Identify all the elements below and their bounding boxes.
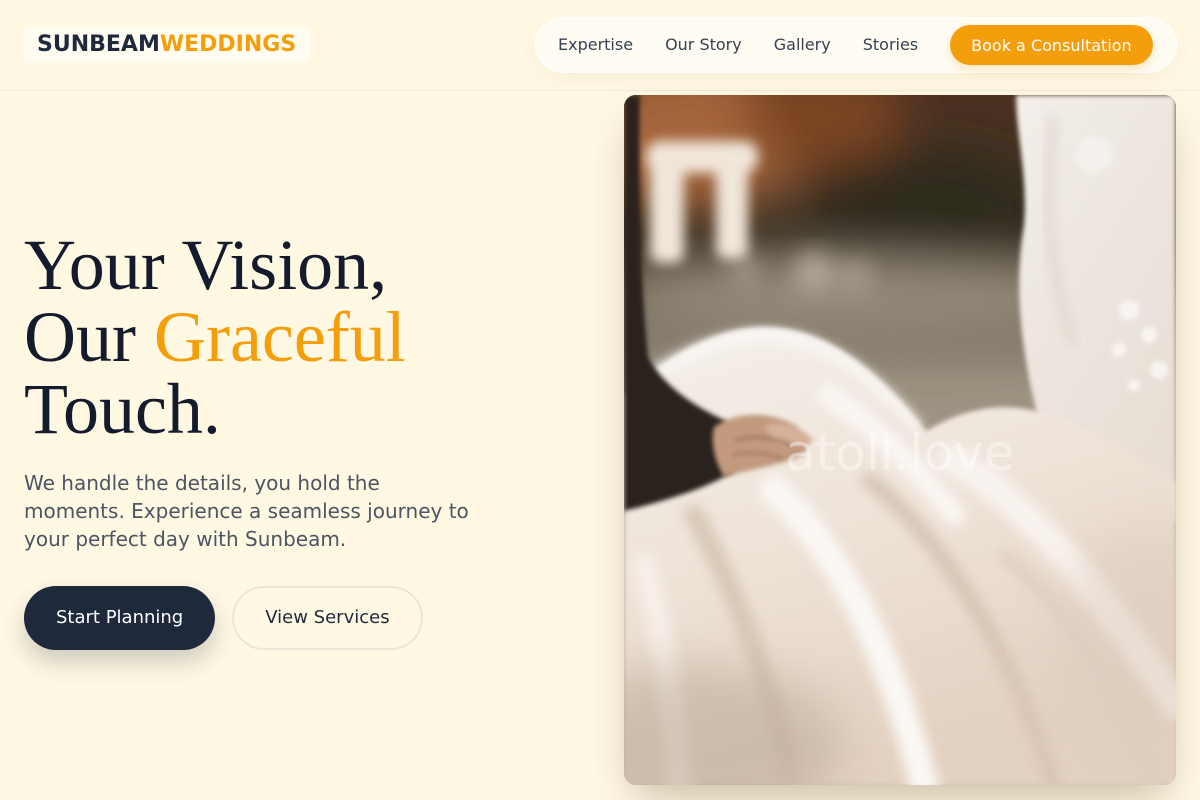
hero-heading-line-1: Your Vision, <box>24 225 388 305</box>
hero-heading-line-3: Touch. <box>24 369 221 449</box>
hero-heading-line-2-prefix: Our <box>24 297 136 377</box>
hero-actions: Start Planning View Services <box>24 586 584 650</box>
hero-heading-line-2: Our Graceful <box>24 301 584 373</box>
hero-text: Your Vision, Our Graceful Touch. We hand… <box>24 229 584 650</box>
hero-heading: Your Vision, Our Graceful Touch. <box>24 229 584 445</box>
site-header: SUNBEAM WEDDINGS Expertise Our Story Gal… <box>0 0 1200 91</box>
brand-name-highlight: WEDDINGS <box>159 32 297 57</box>
view-services-button[interactable]: View Services <box>232 586 423 650</box>
nav-link-stories[interactable]: Stories <box>863 35 918 55</box>
nav-link-gallery[interactable]: Gallery <box>774 35 831 55</box>
hero-description: We handle the details, you hold the mome… <box>24 471 469 551</box>
start-planning-button[interactable]: Start Planning <box>24 586 216 650</box>
hero-heading-highlight: Graceful <box>153 297 406 377</box>
photo-watermark: atoll.love <box>785 424 1014 482</box>
brand-logo[interactable]: SUNBEAM WEDDINGS <box>24 27 310 62</box>
nav-link-our-story[interactable]: Our Story <box>665 35 742 55</box>
brand-name: SUNBEAM <box>37 32 160 57</box>
nav-link-expertise[interactable]: Expertise <box>558 35 633 55</box>
hero-photo: atoll.love <box>624 95 1176 785</box>
book-consultation-button[interactable]: Book a Consultation <box>950 25 1153 65</box>
hero-photo-image: atoll.love <box>624 95 1176 785</box>
main-nav: Expertise Our Story Gallery Stories Book… <box>535 17 1177 73</box>
